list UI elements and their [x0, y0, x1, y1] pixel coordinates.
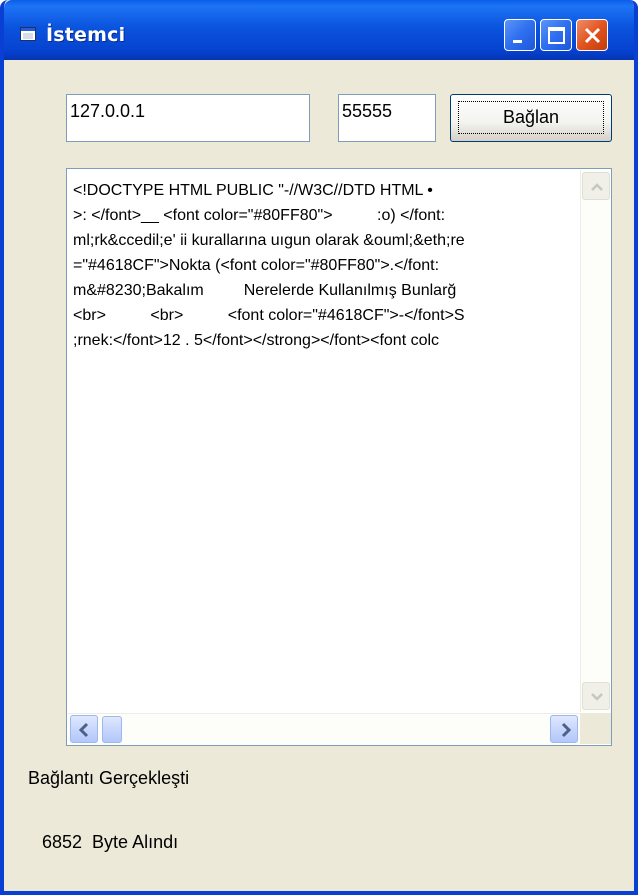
text-line: ;rnek:</font>12 . 5</font></strong></fon… — [73, 332, 440, 349]
horizontal-scroll-thumb[interactable] — [102, 716, 122, 743]
text-line: m&#8230;Bakalım Nerelerde Kullanılmış Bu… — [73, 282, 457, 299]
app-window-icon — [20, 27, 36, 41]
scroll-down-button[interactable] — [582, 682, 610, 710]
port-input[interactable]: 55555 — [338, 94, 436, 142]
connection-status-label: Bağlantı Gerçekleşti — [28, 768, 190, 788]
title-bar[interactable]: İstemci — [4, 0, 634, 60]
received-data-textarea[interactable]: <!DOCTYPE HTML PUBLIC "-//W3C//DTD HTML … — [66, 168, 612, 746]
scroll-left-button[interactable] — [70, 715, 98, 743]
scroll-up-button[interactable] — [582, 172, 610, 200]
text-line: <!DOCTYPE HTML PUBLIC "-//W3C//DTD HTML … — [73, 182, 433, 199]
text-line: ml;rk&ccedil;e' ii kurallarına uıgun ola… — [73, 232, 465, 249]
received-data-text: <!DOCTYPE HTML PUBLIC "-//W3C//DTD HTML … — [73, 178, 573, 718]
minimize-button[interactable] — [504, 19, 536, 51]
scroll-corner — [580, 713, 611, 744]
bytes-received-label: 6852 Byte Alındı — [42, 832, 179, 852]
text-line: >: </font>__ <font color="#80FF80"> :o) … — [73, 207, 446, 224]
text-line: <br> <br> <font color="#4618CF">-</font>… — [73, 307, 465, 324]
connect-button-label: Bağlan — [502, 107, 560, 127]
client-window: İstemci 127.0.0.1 55555 Bağlan <!DOCTYPE… — [0, 0, 638, 895]
horizontal-scrollbar[interactable] — [68, 713, 580, 745]
text-line: ="#4618CF">Nokta (<font color="#80FF80">… — [73, 257, 440, 274]
ip-address-input[interactable]: 127.0.0.1 — [66, 94, 310, 142]
maximize-button[interactable] — [540, 19, 572, 51]
window-title: İstemci — [46, 24, 126, 46]
scroll-right-button[interactable] — [550, 715, 578, 743]
vertical-scrollbar[interactable] — [580, 170, 611, 712]
connect-button[interactable]: Bağlan — [450, 94, 612, 142]
close-button[interactable] — [576, 19, 608, 51]
